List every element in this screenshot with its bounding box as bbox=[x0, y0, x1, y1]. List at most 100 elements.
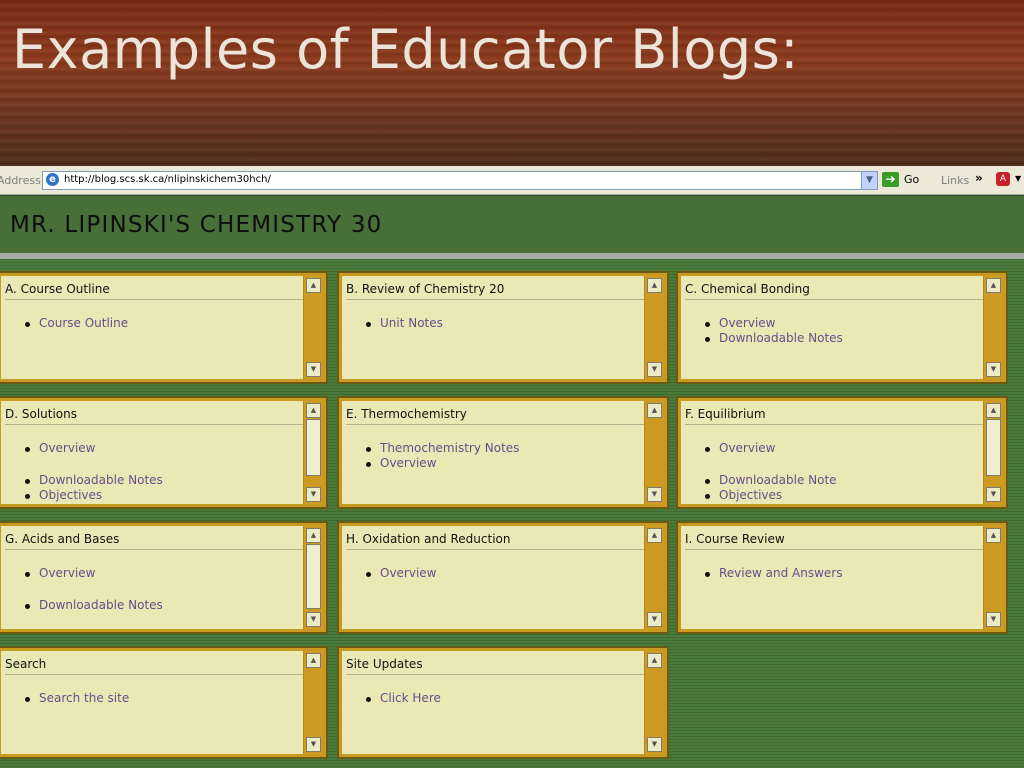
panel-scrollbar[interactable]: ▲ ▼ bbox=[983, 526, 1003, 629]
panel-link-list: Overview Downloadable Notes bbox=[5, 566, 163, 613]
panel-link[interactable]: Objectives bbox=[25, 488, 163, 503]
panel-scrollbar[interactable]: ▲ ▼ bbox=[983, 276, 1003, 379]
panel-title: I. Course Review bbox=[685, 532, 983, 550]
scroll-thumb[interactable] bbox=[306, 419, 321, 476]
panel-link-list: Themochemistry Notes Overview bbox=[346, 441, 519, 471]
scroll-down-icon[interactable]: ▼ bbox=[306, 487, 321, 502]
panel-course-outline: A. Course Outline Course Outline ▲ ▼ bbox=[0, 273, 326, 382]
panel-course-review: I. Course Review Review and Answers ▲ ▼ bbox=[678, 523, 1006, 632]
panel-scrollbar[interactable]: ▲ ▼ bbox=[303, 401, 323, 504]
address-dropdown-icon[interactable]: ▼ bbox=[861, 172, 877, 189]
scroll-up-icon[interactable]: ▲ bbox=[647, 528, 662, 543]
slide-title: Examples of Educator Blogs: bbox=[12, 18, 799, 81]
panel-link[interactable]: Unit Notes bbox=[366, 316, 443, 331]
panel-search: Search Search the site ▲ ▼ bbox=[0, 648, 326, 757]
panel-link-list: Search the site bbox=[5, 691, 129, 706]
scroll-up-icon[interactable]: ▲ bbox=[647, 278, 662, 293]
panel-link[interactable]: Overview bbox=[365, 456, 519, 471]
ie-page-icon: e bbox=[46, 173, 59, 186]
blog-banner: MR. LIPINSKI'S CHEMISTRY 30 bbox=[0, 195, 1024, 254]
panel-link[interactable]: Overview bbox=[25, 566, 163, 581]
panel-link[interactable]: Click Here bbox=[366, 691, 441, 706]
panel-title: D. Solutions bbox=[5, 407, 303, 425]
panel-link[interactable]: Overview bbox=[25, 441, 163, 456]
panel-link[interactable]: Course Outline bbox=[24, 316, 128, 331]
scroll-up-icon[interactable]: ▲ bbox=[306, 653, 321, 668]
panel-title: E. Thermochemistry bbox=[346, 407, 644, 425]
scroll-down-icon[interactable]: ▼ bbox=[306, 362, 321, 377]
panel-review-chem20: B. Review of Chemistry 20 Unit Notes ▲ ▼ bbox=[339, 273, 667, 382]
panel-title: Search bbox=[5, 657, 303, 675]
scroll-down-icon[interactable]: ▼ bbox=[306, 737, 321, 752]
panel-acids-bases: G. Acids and Bases Overview Downloadable… bbox=[0, 523, 326, 632]
scroll-up-icon[interactable]: ▲ bbox=[986, 528, 1001, 543]
scroll-thumb[interactable] bbox=[986, 419, 1001, 476]
panel-link[interactable]: Overview bbox=[705, 316, 843, 331]
panel-scrollbar[interactable]: ▲ ▼ bbox=[644, 526, 664, 629]
panel-scrollbar[interactable]: ▲ ▼ bbox=[303, 276, 323, 379]
pdf-icon[interactable]: A bbox=[996, 172, 1010, 186]
panel-link[interactable]: Search the site bbox=[24, 691, 129, 706]
scroll-thumb[interactable] bbox=[306, 544, 321, 609]
panel-link-list: Overview Downloadable Notes bbox=[685, 316, 843, 346]
panel-link-list: Course Outline bbox=[5, 316, 128, 331]
panel-link[interactable]: Themochemistry Notes bbox=[365, 441, 519, 456]
scroll-down-icon[interactable]: ▼ bbox=[647, 737, 662, 752]
panel-scrollbar[interactable]: ▲ ▼ bbox=[303, 526, 323, 629]
panel-scrollbar[interactable]: ▲ ▼ bbox=[644, 651, 664, 754]
panel-chemical-bonding: C. Chemical Bonding Overview Downloadabl… bbox=[678, 273, 1006, 382]
panel-link[interactable]: Downloadable Notes bbox=[705, 331, 843, 346]
go-label: Go bbox=[904, 173, 920, 186]
scroll-down-icon[interactable]: ▼ bbox=[647, 362, 662, 377]
address-input[interactable]: e http://blog.scs.sk.ca/nlipinskichem30h… bbox=[42, 171, 878, 190]
browser-address-bar: Address e http://blog.scs.sk.ca/nlipinsk… bbox=[0, 166, 1024, 195]
panel-link-list: Overview Downloadable Notes Objectives bbox=[5, 441, 163, 503]
panel-title: A. Course Outline bbox=[5, 282, 303, 300]
blog-title: MR. LIPINSKI'S CHEMISTRY 30 bbox=[10, 212, 383, 238]
panel-scrollbar[interactable]: ▲ ▼ bbox=[644, 276, 664, 379]
links-chevron-icon[interactable]: » bbox=[975, 171, 983, 185]
panel-link-list: Unit Notes bbox=[346, 316, 443, 331]
go-arrow-icon: ➔ bbox=[882, 172, 899, 187]
panel-site-updates: Site Updates Click Here ▲ ▼ bbox=[339, 648, 667, 757]
pdf-dropdown-icon[interactable]: ▼ bbox=[1015, 174, 1021, 183]
panel-link-list: Overview Downloadable Note Objectives bbox=[685, 441, 837, 503]
address-label: Address bbox=[0, 174, 41, 187]
panel-title: C. Chemical Bonding bbox=[685, 282, 983, 300]
panel-link[interactable]: Objectives bbox=[705, 488, 837, 503]
panel-link-list: Click Here bbox=[346, 691, 441, 706]
panel-scrollbar[interactable]: ▲ ▼ bbox=[644, 401, 664, 504]
scroll-up-icon[interactable]: ▲ bbox=[647, 653, 662, 668]
go-button[interactable]: ➔ Go bbox=[882, 172, 919, 187]
scroll-down-icon[interactable]: ▼ bbox=[647, 612, 662, 627]
panel-link[interactable]: Downloadable Notes bbox=[25, 598, 163, 613]
panel-link-list: Review and Answers bbox=[685, 566, 842, 581]
address-url: http://blog.scs.sk.ca/nlipinskichem30hch… bbox=[64, 174, 271, 185]
panel-title: B. Review of Chemistry 20 bbox=[346, 282, 644, 300]
panel-link[interactable]: Overview bbox=[366, 566, 437, 581]
scroll-up-icon[interactable]: ▲ bbox=[306, 528, 321, 543]
panel-oxidation-reduction: H. Oxidation and Reduction Overview ▲ ▼ bbox=[339, 523, 667, 632]
panel-scrollbar[interactable]: ▲ ▼ bbox=[303, 651, 323, 754]
scroll-up-icon[interactable]: ▲ bbox=[306, 278, 321, 293]
scroll-down-icon[interactable]: ▼ bbox=[986, 612, 1001, 627]
panel-scrollbar[interactable]: ▲ ▼ bbox=[983, 401, 1003, 504]
scroll-up-icon[interactable]: ▲ bbox=[986, 403, 1001, 418]
scroll-down-icon[interactable]: ▼ bbox=[986, 487, 1001, 502]
scroll-down-icon[interactable]: ▼ bbox=[647, 487, 662, 502]
panel-solutions: D. Solutions Overview Downloadable Notes… bbox=[0, 398, 326, 507]
panel-link[interactable]: Downloadable Notes bbox=[25, 473, 163, 488]
panel-title: G. Acids and Bases bbox=[5, 532, 303, 550]
scroll-up-icon[interactable]: ▲ bbox=[306, 403, 321, 418]
scroll-up-icon[interactable]: ▲ bbox=[647, 403, 662, 418]
panel-link[interactable]: Downloadable Note bbox=[705, 473, 837, 488]
scroll-up-icon[interactable]: ▲ bbox=[986, 278, 1001, 293]
panel-link[interactable]: Review and Answers bbox=[704, 566, 842, 581]
panel-link-list: Overview bbox=[346, 566, 437, 581]
scroll-down-icon[interactable]: ▼ bbox=[306, 612, 321, 627]
panel-link[interactable]: Overview bbox=[705, 441, 837, 456]
slide-header: Examples of Educator Blogs: bbox=[0, 0, 1024, 166]
panel-title: Site Updates bbox=[346, 657, 644, 675]
scroll-down-icon[interactable]: ▼ bbox=[986, 362, 1001, 377]
links-label[interactable]: Links bbox=[941, 174, 969, 187]
